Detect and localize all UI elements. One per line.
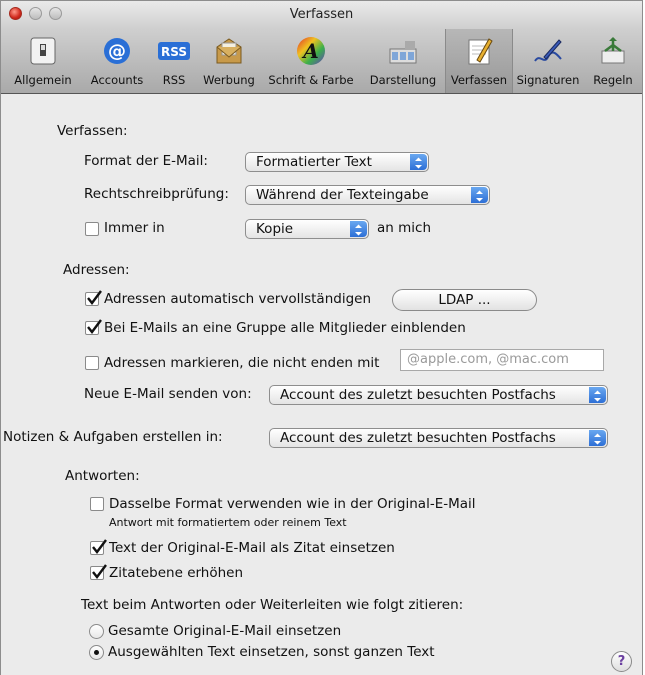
compose-preferences-pane: Verfassen: Format der E-Mail: Formatiert…	[1, 94, 642, 675]
notes-label: Notizen & Aufgaben erstellen in:	[3, 429, 223, 445]
always-cc-label: Immer in	[104, 220, 165, 236]
preferences-toolbar: Allgemein @ Accounts RSS RSS Werbung A S…	[1, 29, 642, 94]
tab-label: Regeln	[593, 73, 633, 87]
addresses-heading: Adressen:	[63, 262, 130, 278]
group-expand-label: Bei E-Mails an eine Gruppe alle Mitglied…	[104, 320, 466, 336]
replies-heading: Antworten:	[65, 468, 140, 484]
tab-allgemein[interactable]: Allgemein	[3, 29, 83, 93]
checkmark-icon	[92, 539, 107, 554]
group-expand-checkbox[interactable]	[85, 319, 102, 335]
tab-label: Accounts	[90, 73, 144, 87]
tab-label: Allgemein	[14, 73, 72, 87]
mark-addresses-label: Adressen markieren, die nicht enden mit	[104, 355, 380, 371]
mark-domains-field[interactable]: @apple.com, @mac.com	[400, 349, 604, 371]
checkmark-icon	[87, 290, 102, 305]
popup-arrows-icon	[471, 187, 488, 203]
quote-selected-label: Ausgewählten Text einsetzen, sonst ganze…	[108, 644, 435, 660]
tab-schrift-farbe[interactable]: A Schrift & Farbe	[261, 29, 361, 93]
quote-all-label: Gesamte Original-E-Mail einsetzen	[108, 623, 342, 639]
always-cc-suffix: an mich	[377, 220, 431, 236]
format-popup-value: Formatierter Text	[256, 154, 372, 170]
viewing-icon	[387, 35, 419, 67]
tab-darstellung[interactable]: Darstellung	[363, 29, 443, 93]
format-label: Format der E-Mail:	[84, 153, 208, 169]
autocomplete-checkbox[interactable]	[85, 290, 102, 306]
tab-signaturen[interactable]: Signaturen	[513, 29, 583, 93]
rules-icon	[597, 35, 629, 67]
increase-quote-checkbox[interactable]	[90, 564, 107, 580]
always-cc-popup[interactable]: Kopie	[245, 219, 369, 239]
checkmark-icon	[92, 564, 107, 579]
same-format-checkbox[interactable]	[90, 497, 104, 511]
autocomplete-label: Adressen automatisch vervollständigen	[104, 291, 372, 307]
tab-rss[interactable]: RSS RSS	[151, 29, 197, 93]
tab-label: Signaturen	[516, 73, 580, 87]
notes-popup-value: Account des zuletzt besuchten Postfachs	[280, 430, 556, 446]
quote-selected-radio[interactable]	[89, 645, 104, 660]
svg-text:@: @	[108, 41, 126, 62]
popup-arrows-icon	[589, 387, 606, 403]
tab-label: Schrift & Farbe	[268, 73, 354, 87]
preferences-window: Verfassen Allgemein @ Accounts RSS RSS W…	[0, 0, 643, 675]
same-format-hint: Antwort mit formatiertem oder reinem Tex…	[109, 516, 347, 529]
quote-text-label: Text der Original-E-Mail als Zitat einse…	[109, 540, 395, 556]
spellcheck-popup-value: Während der Texteingabe	[256, 187, 429, 203]
ldap-button[interactable]: LDAP ...	[392, 289, 537, 311]
title-bar: Verfassen	[1, 1, 642, 29]
window-title: Verfassen	[289, 7, 354, 22]
always-cc-checkbox[interactable]	[85, 222, 99, 236]
popup-arrows-icon	[410, 154, 427, 170]
help-button[interactable]: ?	[611, 651, 632, 672]
quote-text-checkbox[interactable]	[90, 539, 107, 555]
notes-popup[interactable]: Account des zuletzt besuchten Postfachs	[269, 428, 608, 448]
increase-quote-label: Zitatebene erhöhen	[109, 565, 244, 581]
tab-verfassen[interactable]: Verfassen	[445, 29, 513, 93]
rss-icon: RSS	[158, 35, 190, 67]
tab-accounts[interactable]: @ Accounts	[85, 29, 149, 93]
popup-arrows-icon	[350, 221, 367, 237]
spellcheck-label: Rechtschreibprüfung:	[84, 186, 229, 202]
junk-mail-icon	[213, 35, 245, 67]
mark-addresses-checkbox[interactable]	[85, 356, 99, 370]
popup-arrows-icon	[589, 430, 606, 446]
compose-icon	[463, 35, 495, 67]
checkmark-icon	[87, 319, 102, 334]
tab-werbung[interactable]: Werbung	[199, 29, 259, 93]
quote-all-radio[interactable]	[89, 624, 104, 639]
quote-mode-label: Text beim Antworten oder Weiterleiten wi…	[81, 597, 464, 613]
send-from-popup-value: Account des zuletzt besuchten Postfachs	[280, 387, 556, 403]
signature-icon	[532, 35, 564, 67]
format-popup[interactable]: Formatierter Text	[245, 152, 429, 172]
send-from-label: Neue E-Mail senden von:	[84, 386, 252, 402]
tab-regeln[interactable]: Regeln	[587, 29, 639, 93]
at-sign-icon: @	[101, 35, 133, 67]
always-cc-popup-value: Kopie	[256, 221, 294, 237]
compose-heading: Verfassen:	[57, 123, 128, 139]
switch-icon	[27, 35, 59, 67]
tab-label: Darstellung	[369, 73, 437, 87]
send-from-popup[interactable]: Account des zuletzt besuchten Postfachs	[269, 385, 608, 405]
font-color-icon: A	[295, 35, 327, 67]
same-format-label: Dasselbe Format verwenden wie in der Ori…	[109, 496, 476, 512]
svg-text:RSS: RSS	[161, 45, 187, 59]
spellcheck-popup[interactable]: Während der Texteingabe	[245, 185, 490, 205]
svg-text:A: A	[301, 39, 319, 63]
